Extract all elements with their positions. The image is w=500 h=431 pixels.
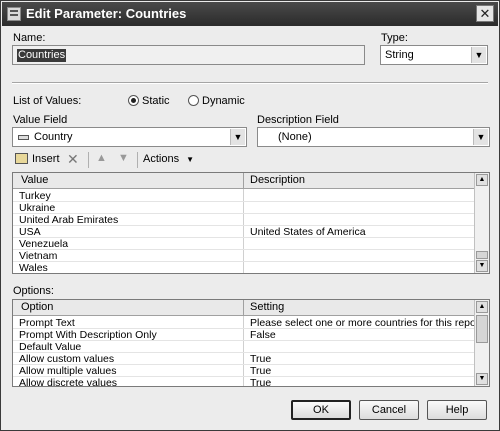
name-label: Name: [13, 32, 46, 44]
dialog-icon [7, 7, 21, 21]
actions-label: Actions [143, 153, 180, 165]
table-row[interactable]: Vietnam [13, 250, 475, 262]
cell-option-0: Allow discrete values [19, 377, 118, 387]
edit-parameter-dialog: Edit Parameter: Countries ✕ Name: Countr… [0, 0, 500, 431]
table-row[interactable]: Prompt With Description Only False [13, 329, 475, 341]
description-field-value: (None) [278, 131, 312, 143]
cell-value-0: Venezuela [19, 238, 69, 250]
values-table-header: Value Description [13, 173, 475, 189]
cell-value-0: United Arab Emirates [19, 214, 119, 226]
value-field-value: Country [34, 131, 73, 143]
static-label: Static [142, 95, 170, 107]
column-divider [243, 300, 244, 316]
cell-option-0: Allow multiple values [19, 365, 117, 377]
table-row[interactable]: Ukraine [13, 202, 475, 214]
description-field-select[interactable]: (None) ▼ [257, 127, 490, 147]
cell-option-0: Prompt Text [19, 317, 75, 329]
dynamic-label: Dynamic [202, 95, 245, 107]
value-field-label: Value Field [13, 114, 68, 126]
cell-option-1: True [250, 365, 272, 377]
dynamic-radio[interactable] [188, 95, 199, 106]
cancel-button[interactable]: Cancel [359, 400, 419, 420]
move-down-icon[interactable]: ▼ [118, 152, 129, 164]
values-table[interactable]: Value Description Turkey Ukraine United Ar… [12, 172, 490, 274]
chevron-down-icon[interactable]: ▼ [473, 129, 488, 145]
scroll-thumb[interactable] [476, 251, 488, 259]
options-table[interactable]: Option Setting Prompt Text Please select … [12, 299, 490, 387]
title-bar: Edit Parameter: Countries ✕ [2, 2, 498, 26]
options-label: Options: [13, 285, 54, 297]
list-of-values-label: List of Values: [13, 95, 82, 107]
cell-option-0: Allow custom values [19, 353, 115, 365]
table-row[interactable]: Default Value [13, 341, 475, 353]
table-row[interactable]: Allow custom values True [13, 353, 475, 365]
toolbar-separator [88, 152, 89, 168]
table-row[interactable]: United Arab Emirates [13, 214, 475, 226]
options-scrollbar[interactable]: ▲ ▼ [474, 300, 489, 386]
cell-value-1: United States of America [250, 226, 366, 238]
field-icon [18, 135, 29, 140]
ok-button[interactable]: OK [291, 400, 351, 420]
column-header-option: Option [21, 301, 54, 313]
cell-option-1: Please select one or more countries for … [250, 317, 486, 329]
column-divider [243, 173, 244, 189]
cell-option-0: Prompt With Description Only [19, 329, 157, 341]
scroll-up-icon[interactable]: ▲ [476, 301, 488, 313]
table-row[interactable]: Wales [13, 262, 475, 274]
table-row[interactable]: Venezuela [13, 238, 475, 250]
actions-menu[interactable]: Actions ▼ [143, 153, 194, 165]
insert-icon [15, 153, 28, 164]
cell-option-1: True [250, 377, 272, 387]
table-row[interactable]: Turkey [13, 190, 475, 202]
name-field[interactable]: Countries [12, 45, 365, 65]
column-header-setting: Setting [250, 301, 285, 313]
cell-option-0: Default Value [19, 341, 82, 353]
static-radio[interactable] [128, 95, 139, 106]
cell-value-0: Ukraine [19, 202, 56, 214]
help-button[interactable]: Help [427, 400, 487, 420]
type-value: String [385, 49, 414, 61]
type-select[interactable]: String ▼ [380, 45, 488, 65]
chevron-down-icon: ▼ [186, 155, 195, 164]
cell-value-0: Turkey [19, 190, 51, 202]
divider [12, 82, 488, 84]
scroll-down-icon[interactable]: ▼ [476, 373, 488, 385]
description-field-label: Description Field [257, 114, 339, 126]
cell-value-0: Wales [19, 262, 48, 274]
type-label: Type: [381, 32, 408, 44]
move-up-icon[interactable]: ▲ [96, 152, 107, 164]
column-header-description: Description [250, 174, 306, 186]
value-field-select[interactable]: Country ▼ [12, 127, 247, 147]
table-row[interactable]: USA United States of America [13, 226, 475, 238]
options-table-header: Option Setting [13, 300, 475, 316]
cell-option-1: True [250, 353, 272, 365]
table-row[interactable]: Allow discrete values True [13, 377, 475, 387]
table-row[interactable]: Allow multiple values True [13, 365, 475, 377]
table-row[interactable]: Prompt Text Please select one or more cou… [13, 317, 485, 329]
toolbar-separator [137, 152, 138, 168]
values-scrollbar[interactable]: ▲ ▼ [474, 173, 489, 273]
chevron-down-icon[interactable]: ▼ [471, 47, 486, 63]
name-value: Countries [17, 49, 67, 62]
chevron-down-icon[interactable]: ▼ [230, 129, 245, 145]
scroll-up-icon[interactable]: ▲ [476, 174, 488, 186]
scroll-down-icon[interactable]: ▼ [476, 260, 488, 272]
cell-value-0: USA [19, 226, 41, 238]
insert-label: Insert [32, 153, 60, 165]
scroll-thumb[interactable] [476, 315, 488, 343]
close-button[interactable]: ✕ [476, 5, 494, 22]
cell-option-1: False [250, 329, 276, 341]
delete-icon[interactable]: ✕ [67, 151, 79, 168]
cell-value-0: Vietnam [19, 250, 58, 262]
column-header-value: Value [21, 174, 49, 186]
dialog-title: Edit Parameter: Countries [26, 6, 187, 21]
